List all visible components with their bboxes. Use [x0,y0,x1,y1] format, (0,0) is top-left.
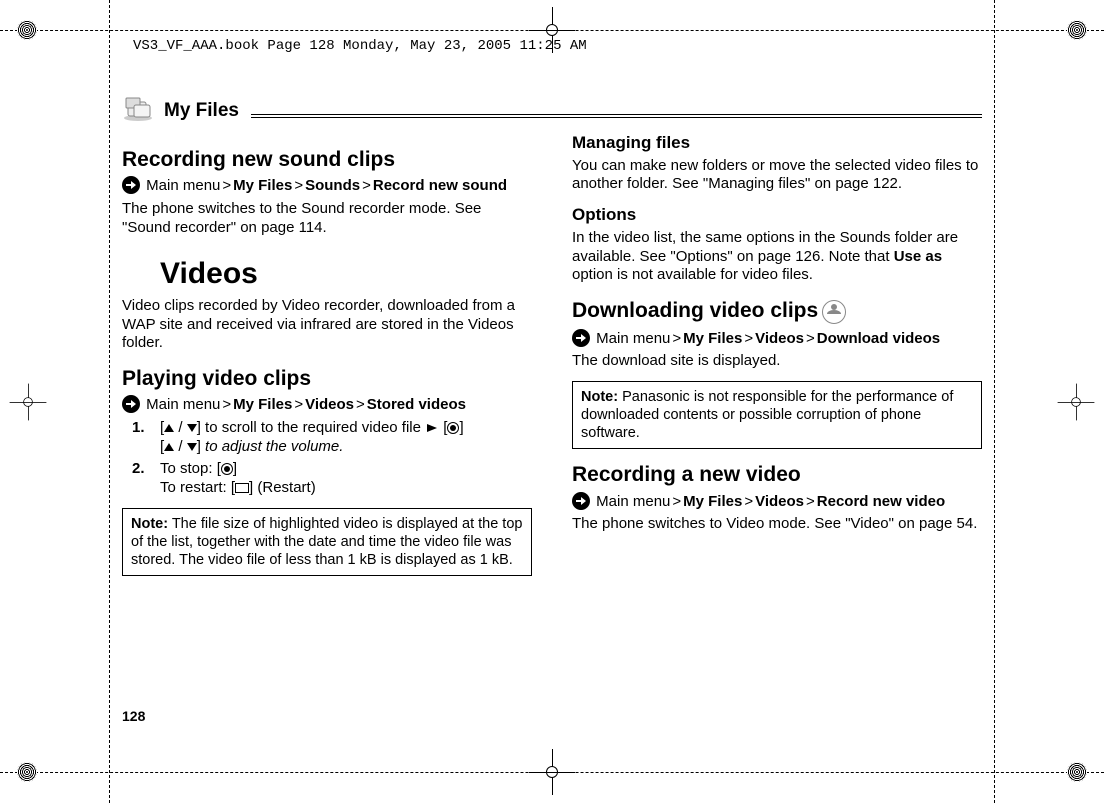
body-text: You can make new folders or move the sel… [572,157,982,195]
nav-arrow-icon [572,329,590,347]
right-column: Managing files You can make new folders … [572,134,982,576]
section-rule [251,114,982,118]
heading-downloading-clips: Downloading video clips [572,299,982,323]
breadcrumb: Main menu>My Files>Sounds>Record new sou… [122,177,532,196]
heading-videos: Videos [160,255,532,293]
nav-arrow-icon [572,492,590,510]
softkey-icon [235,483,249,493]
crop-mark-icon [17,762,37,782]
crop-mark-icon [1067,762,1087,782]
crop-registration-icon [541,761,563,783]
body-text: The phone switches to the Sound recorder… [122,200,532,238]
step-2: 2. To stop: [] To restart: [] (Restart) [132,460,532,498]
breadcrumb: Main menu>My Files>Videos>Stored videos [122,396,532,415]
heading-options: Options [572,206,982,225]
note-box: Note: The file size of highlighted video… [122,508,532,576]
center-key-icon [221,463,233,475]
step-1: 1. [ / ] to scroll to the required video… [132,419,532,457]
note-box: Note: Panasonic is not responsible for t… [572,381,982,449]
up-key-icon [164,424,174,432]
breadcrumb: Main menu>My Files>Videos>Download video… [572,330,982,349]
crop-mark-icon [1067,20,1087,40]
body-text: Video clips recorded by Video recorder, … [122,297,532,353]
up-key-icon [164,443,174,451]
heading-playing-clips: Playing video clips [122,367,532,390]
heading-recording-video: Recording a new video [572,463,982,486]
right-arrow-icon [427,424,437,432]
nav-arrow-icon [122,176,140,194]
page-number: 128 [122,708,145,724]
crop-registration-icon [1067,393,1085,411]
breadcrumb: Main menu>My Files>Videos>Record new vid… [572,493,982,512]
down-key-icon [187,424,197,432]
body-text: The phone switches to Video mode. See "V… [572,515,982,534]
heading-managing-files: Managing files [572,134,982,153]
globe-download-icon [822,300,846,324]
body-text: In the video list, the same options in t… [572,229,982,285]
heading-recording-sound: Recording new sound clips [122,148,532,171]
section-title: My Files [164,100,239,122]
down-key-icon [187,443,197,451]
body-text: The download site is displayed. [572,352,982,371]
center-key-icon [447,422,459,434]
crop-mark-icon [17,20,37,40]
crop-registration-icon [19,393,37,411]
print-header: VS3_VF_AAA.book Page 128 Monday, May 23,… [133,38,587,54]
left-column: Recording new sound clips Main menu>My F… [122,134,532,576]
nav-arrow-icon [122,395,140,413]
my-files-icon [122,96,156,122]
